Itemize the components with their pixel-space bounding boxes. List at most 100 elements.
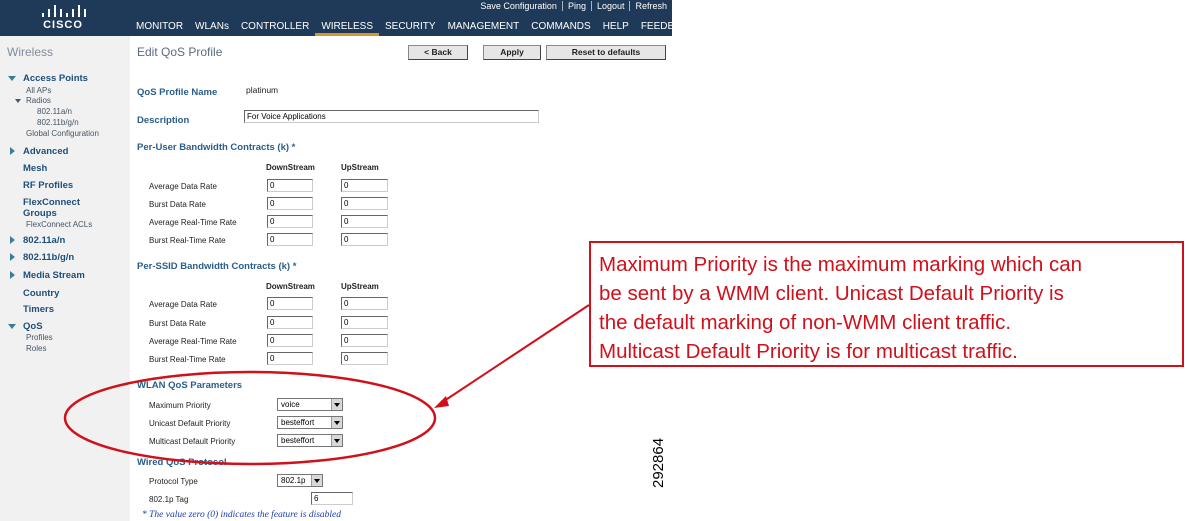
dropdown-arrow-icon[interactable]: [331, 417, 342, 428]
per-ssid-avg-rt-up-input[interactable]: 0: [341, 334, 388, 347]
sidebar-item-profiles[interactable]: Profiles: [26, 333, 53, 342]
upstream-column-header: UpStream: [341, 282, 379, 291]
per-ssid-avg-data-down-input[interactable]: 0: [267, 297, 313, 310]
sidebar-item-80211a[interactable]: 802.11a/n: [23, 235, 65, 246]
multicast-default-priority-select[interactable]: besteffort: [277, 434, 343, 447]
protocol-type-label: Protocol Type: [149, 477, 198, 486]
protocol-type-select[interactable]: 802.1p: [277, 474, 323, 487]
annotation-line: Multicast Default Priority is for multic…: [599, 340, 1018, 363]
profile-name-value: platinum: [246, 85, 279, 95]
collapsed-arrow-icon[interactable]: [10, 271, 15, 279]
sidebar-item-flexconnect-groups-2[interactable]: Groups: [23, 208, 57, 219]
downstream-column-header: DownStream: [266, 163, 315, 172]
per-user-burst-data-down-input[interactable]: 0: [267, 197, 313, 210]
per-ssid-bandwidth-title: Per-SSID Bandwidth Contracts (k) *: [137, 261, 297, 272]
nav-management[interactable]: MANAGEMENT: [442, 21, 526, 36]
sidebar-item-radio-b[interactable]: 802.11b/g/n: [37, 118, 79, 127]
nav-feedback[interactable]: FEEDBACK: [635, 21, 701, 36]
sidebar-item-radios[interactable]: Radios: [26, 96, 51, 105]
nav-commands[interactable]: COMMANDS: [525, 21, 596, 36]
sidebar-item-timers[interactable]: Timers: [23, 304, 54, 315]
apply-button[interactable]: Apply: [483, 45, 541, 60]
per-user-avg-data-down-input[interactable]: 0: [267, 179, 313, 192]
annotation-line: the default marking of non-WMM client tr…: [599, 311, 1012, 334]
average-real-time-rate-label: Average Real-Time Rate: [149, 218, 237, 227]
per-user-avg-data-up-input[interactable]: 0: [341, 179, 388, 192]
annotation-line: be sent by a WMM client. Unicast Default…: [599, 282, 1064, 305]
page-title: Edit QoS Profile: [137, 45, 223, 59]
unicast-priority-value: besteffort: [281, 418, 315, 427]
refresh-link[interactable]: Refresh: [629, 1, 672, 11]
expanded-arrow-icon[interactable]: [15, 99, 21, 103]
burst-real-time-rate-label: Burst Real-Time Rate: [149, 355, 226, 364]
per-user-avg-rt-up-input[interactable]: 0: [341, 215, 388, 228]
sidebar-title: Wireless: [7, 45, 54, 59]
unicast-default-priority-select[interactable]: besteffort: [277, 416, 343, 429]
save-configuration-link[interactable]: Save Configuration: [475, 1, 562, 11]
nav-controller[interactable]: CONTROLLER: [235, 21, 315, 36]
wlan-qos-parameters-title: WLAN QoS Parameters: [137, 380, 243, 391]
sidebar-item-80211b[interactable]: 802.11b/g/n: [23, 252, 74, 263]
nav-monitor[interactable]: MONITOR: [130, 21, 189, 36]
expanded-arrow-icon[interactable]: [8, 76, 16, 81]
logo-text: CISCO: [43, 19, 83, 31]
per-user-avg-rt-down-input[interactable]: 0: [267, 215, 313, 228]
sidebar-item-radio-a[interactable]: 802.11a/n: [37, 107, 72, 116]
expanded-arrow-icon[interactable]: [8, 324, 16, 329]
burst-data-rate-label: Burst Data Rate: [149, 319, 206, 328]
sidebar-item-media-stream[interactable]: Media Stream: [23, 270, 85, 281]
sidebar-item-flexconnect-groups[interactable]: FlexConnect: [23, 197, 80, 208]
per-user-burst-rt-down-input[interactable]: 0: [267, 233, 313, 246]
ping-link[interactable]: Ping: [561, 1, 591, 11]
utility-links: Save Configuration Ping Logout Refresh: [475, 1, 672, 13]
per-ssid-avg-rt-down-input[interactable]: 0: [267, 334, 313, 347]
maximum-priority-label: Maximum Priority: [149, 401, 211, 410]
burst-data-rate-label: Burst Data Rate: [149, 200, 206, 209]
sidebar-item-country[interactable]: Country: [23, 288, 59, 299]
per-ssid-burst-data-down-input[interactable]: 0: [267, 316, 313, 329]
description-input[interactable]: For Voice Applications: [244, 110, 539, 123]
dot1p-tag-input[interactable]: 6: [311, 492, 353, 505]
per-user-burst-rt-up-input[interactable]: 0: [341, 233, 388, 246]
zero-disabled-footnote: * The value zero (0) indicates the featu…: [142, 510, 342, 520]
top-header-bar: CISCO Save Configuration Ping Logout Refres…: [0, 0, 695, 36]
dropdown-arrow-icon[interactable]: [311, 475, 322, 486]
multicast-priority-value: besteffort: [281, 436, 315, 445]
collapsed-arrow-icon[interactable]: [10, 147, 15, 155]
sidebar-item-rf-profiles[interactable]: RF Profiles: [23, 180, 73, 191]
per-ssid-burst-rt-up-input[interactable]: 0: [341, 352, 388, 365]
nav-security[interactable]: SECURITY: [379, 21, 442, 36]
sidebar-item-qos[interactable]: QoS: [23, 321, 43, 332]
cisco-logo: CISCO: [38, 3, 88, 33]
dropdown-arrow-icon[interactable]: [331, 435, 342, 446]
collapsed-arrow-icon[interactable]: [10, 253, 15, 261]
per-user-burst-data-up-input[interactable]: 0: [341, 197, 388, 210]
unicast-default-priority-label: Unicast Default Priority: [149, 419, 231, 428]
sidebar-item-global-configuration[interactable]: Global Configuration: [26, 129, 99, 138]
per-ssid-burst-data-up-input[interactable]: 0: [341, 316, 388, 329]
sidebar-item-advanced[interactable]: Advanced: [23, 146, 68, 157]
sidebar-item-flexconnect-acls[interactable]: FlexConnect ACLs: [26, 220, 92, 229]
annotation-line: Maximum Priority is the maximum marking …: [599, 253, 1083, 276]
arrowhead-icon: [434, 396, 449, 408]
per-ssid-burst-rt-down-input[interactable]: 0: [267, 352, 313, 365]
sidebar-item-roles[interactable]: Roles: [26, 344, 46, 353]
average-data-rate-label: Average Data Rate: [149, 182, 217, 191]
average-real-time-rate-label: Average Real-Time Rate: [149, 337, 237, 346]
logout-link[interactable]: Logout: [590, 1, 630, 11]
annotation-text: Maximum Priority is the maximum marking …: [599, 250, 1082, 366]
maximum-priority-select[interactable]: voice: [277, 398, 343, 411]
collapsed-arrow-icon[interactable]: [10, 236, 15, 244]
back-button[interactable]: < Back: [408, 45, 468, 60]
dropdown-arrow-icon[interactable]: [331, 399, 342, 410]
per-ssid-avg-data-up-input[interactable]: 0: [341, 297, 388, 310]
sidebar-item-all-aps[interactable]: All APs: [26, 86, 51, 95]
nav-wlans[interactable]: WLANs: [189, 21, 235, 36]
reset-to-defaults-button[interactable]: Reset to defaults: [546, 45, 666, 60]
sidebar-item-mesh[interactable]: Mesh: [23, 163, 47, 174]
nav-help[interactable]: HELP: [597, 21, 635, 36]
nav-wireless[interactable]: WIRELESS: [315, 21, 379, 36]
main-nav: MONITOR WLANs CONTROLLER WIRELESS SECURITY MA…: [130, 21, 701, 36]
wired-qos-protocol-title: Wired QoS Protocol: [137, 457, 227, 468]
sidebar-item-access-points[interactable]: Access Points: [23, 73, 88, 84]
